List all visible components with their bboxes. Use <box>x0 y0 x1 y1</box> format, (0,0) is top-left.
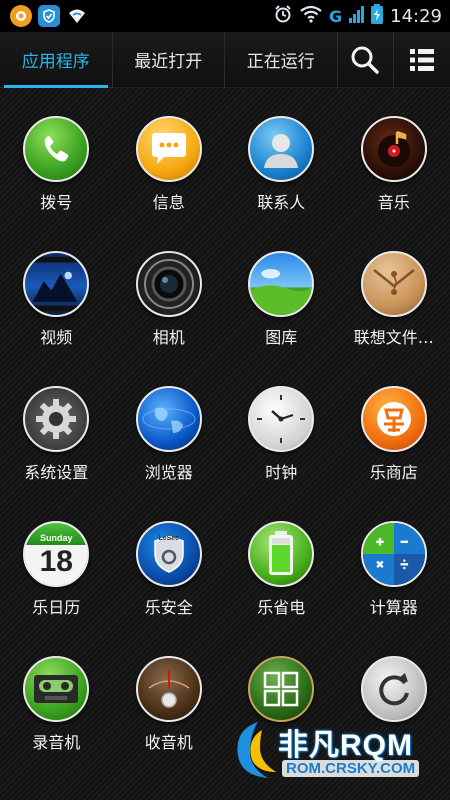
app-label: 乐安全 <box>144 598 193 617</box>
message-icon <box>135 116 202 182</box>
baidu-icon <box>10 5 32 27</box>
app-gallery[interactable]: 图库 <box>225 251 338 386</box>
app-label: 相机 <box>152 328 185 347</box>
app-clock[interactable]: 时钟 <box>225 386 338 521</box>
app-label: 视频 <box>40 328 73 347</box>
app-label: 浏览器 <box>144 463 193 482</box>
app-security[interactable]: LeSec 乐安全 <box>113 521 226 656</box>
app-camera[interactable]: 相机 <box>113 251 226 386</box>
app-label: 乐日历 <box>32 598 81 617</box>
app-store[interactable]: 乐商店 <box>338 386 450 521</box>
battery-saver-icon <box>248 521 315 587</box>
network-type: G <box>328 6 343 26</box>
calculator-icon <box>360 521 427 587</box>
watermark-url: ROM.CRSKY.COM <box>282 760 420 777</box>
tab-bar: 应用程序 最近打开 正在运行 <box>0 31 450 88</box>
tab-recent[interactable]: 最近打开 <box>113 32 225 88</box>
alarm-icon <box>273 4 293 28</box>
app-label: 信息 <box>152 193 185 212</box>
app-settings[interactable]: 系统设置 <box>0 386 113 521</box>
clock-icon <box>248 386 315 452</box>
app-label: 图库 <box>265 328 298 347</box>
gallery-icon <box>248 251 315 317</box>
app-browser[interactable]: 浏览器 <box>113 386 226 521</box>
security-icon: LeSec <box>135 521 202 587</box>
list-icon <box>410 48 435 71</box>
watermark-title: 非凡RQM <box>278 729 413 762</box>
camera-icon <box>135 251 202 317</box>
watermark: 非凡RQM ROM.CRSKY.COM <box>222 712 437 792</box>
app-label: 联系人 <box>257 193 306 212</box>
app-dialer[interactable]: 拨号 <box>0 116 113 251</box>
calendar-day: 18 <box>39 545 73 578</box>
app-store-icon <box>360 386 427 452</box>
radio-icon <box>135 656 202 722</box>
shield-icon <box>38 5 60 27</box>
app-label: 时钟 <box>265 463 298 482</box>
app-calculator[interactable]: 计算器 <box>338 521 450 656</box>
phone-icon <box>23 116 90 182</box>
battery-icon <box>370 3 384 29</box>
app-video[interactable]: 视频 <box>0 251 113 386</box>
app-messages[interactable]: 信息 <box>113 116 226 251</box>
status-bar: G 14:29 <box>0 0 450 32</box>
app-label: 录音机 <box>32 733 81 752</box>
app-label: 联想文件… <box>353 328 434 347</box>
app-file-manager[interactable]: 联想文件… <box>338 251 450 386</box>
settings-icon <box>23 386 90 452</box>
file-manager-icon <box>360 251 427 317</box>
app-recorder[interactable]: 录音机 <box>0 656 113 791</box>
calendar-weekday: Sunday <box>39 533 73 543</box>
search-button[interactable] <box>338 32 394 88</box>
tab-applications[interactable]: 应用程序 <box>0 32 112 88</box>
video-icon <box>23 251 90 317</box>
clock-time: 14:29 <box>390 5 442 27</box>
search-icon <box>351 46 380 74</box>
app-contacts[interactable]: 联系人 <box>225 116 338 251</box>
contacts-icon <box>248 116 315 182</box>
app-music[interactable]: 音乐 <box>338 116 450 251</box>
app-calendar[interactable]: Sunday 18 乐日历 <box>0 521 113 656</box>
app-label: 乐商店 <box>369 463 418 482</box>
app-label: 拨号 <box>40 193 73 212</box>
browser-icon <box>135 386 202 452</box>
security-icon-text: LeSec <box>158 535 180 542</box>
calendar-icon: Sunday 18 <box>23 521 90 587</box>
app-label: 乐省电 <box>257 598 306 617</box>
app-label: 收音机 <box>144 733 193 752</box>
app-radio[interactable]: 收音机 <box>113 656 226 791</box>
app-battery-saver[interactable]: 乐省电 <box>225 521 338 656</box>
app-label: 系统设置 <box>24 463 89 482</box>
music-icon <box>360 116 427 182</box>
wifi-icon <box>299 4 323 28</box>
signal-icon <box>348 4 365 28</box>
tab-running[interactable]: 正在运行 <box>225 32 337 88</box>
recorder-icon <box>23 656 90 722</box>
app-label: 音乐 <box>377 193 410 212</box>
list-view-button[interactable] <box>394 32 450 88</box>
app-grid: 拨号 信息 联系人 音乐 视频 相机 图库 联想文件… 系统设置 浏览器 时钟 … <box>0 88 450 800</box>
wifi-upload-icon <box>66 5 88 27</box>
app-label: 计算器 <box>369 598 418 617</box>
